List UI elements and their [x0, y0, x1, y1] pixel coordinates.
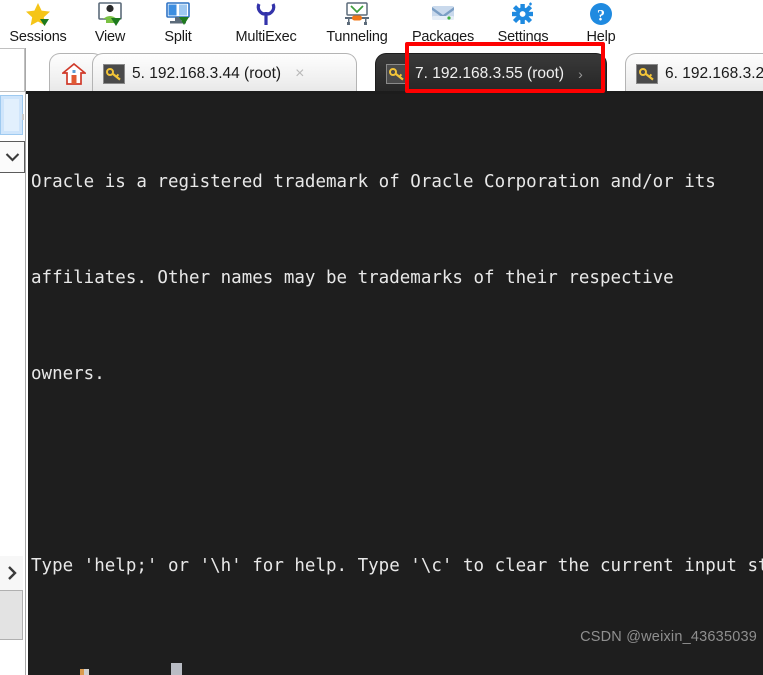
toolbar-label-multiexec: MultiExec — [235, 29, 297, 45]
close-icon[interactable]: × — [295, 66, 304, 82]
terminal-output[interactable]: Oracle is a registered trademark of Orac… — [28, 94, 763, 675]
toolbar-label-settings: Settings — [497, 29, 549, 45]
user-screen-icon — [93, 1, 127, 27]
packages-icon — [426, 1, 460, 27]
tab-bar: 5. 192.168.3.44 (root) × 7. 192.168.3.55… — [0, 48, 763, 94]
tab-session-7-active[interactable]: 7. 192.168.3.55 (root) › — [375, 53, 607, 94]
toolbar-label-tunneling: Tunneling — [326, 29, 388, 45]
sidebar-top-box[interactable] — [0, 48, 25, 92]
split-screen-icon — [161, 1, 195, 27]
tunneling-icon — [340, 1, 374, 27]
tab-title: 7. 192.168.3.55 (root) — [415, 65, 565, 82]
star-icon — [21, 1, 55, 27]
toolbar-button-settings[interactable]: Settings — [484, 0, 562, 48]
key-icon — [636, 64, 658, 84]
toolbar-label-view: View — [94, 29, 126, 45]
main-toolbar: Sessions View Split MultiExec Tunneling … — [0, 0, 763, 48]
left-sidebar — [0, 48, 26, 675]
sidebar-expand-down-button[interactable] — [0, 141, 25, 173]
watermark-text: CSDN @weixin_43635039 — [580, 629, 757, 645]
tab-title: 6. 192.168.3.2 — [665, 65, 763, 82]
multiexec-icon — [249, 1, 283, 27]
terminal-line: affiliates. Other names may be trademark… — [31, 268, 674, 288]
toolbar-label-split: Split — [164, 29, 192, 45]
sidebar-thumb-inner — [4, 99, 19, 131]
chevron-right-icon — [7, 566, 17, 580]
home-icon — [60, 61, 88, 87]
toolbar-button-tunneling[interactable]: Tunneling — [313, 0, 401, 48]
sidebar-marker — [22, 114, 24, 120]
sidebar-expand-right-button[interactable] — [0, 556, 23, 590]
tab-session-5[interactable]: 5. 192.168.3.44 (root) × — [92, 53, 357, 94]
toolbar-button-help[interactable]: ? Help — [573, 0, 629, 48]
tab-title: 5. 192.168.3.44 (root) — [132, 65, 282, 82]
tab-session-6[interactable]: 6. 192.168.3.2 — [625, 53, 763, 94]
mobaxterm-window: Sessions View Split MultiExec Tunneling … — [0, 0, 763, 675]
sidebar-bottom-box[interactable] — [0, 590, 23, 640]
terminal-prompt-partial-accent — [80, 669, 84, 675]
terminal-line: Type 'help;' or '\h' for help. Type '\c'… — [31, 556, 763, 576]
terminal-cursor — [171, 663, 182, 675]
key-icon — [103, 64, 125, 84]
toolbar-label-help: Help — [586, 29, 616, 45]
terminal-line: owners. — [31, 364, 105, 384]
svg-text:?: ? — [597, 7, 605, 24]
gear-icon — [506, 1, 540, 27]
toolbar-label-sessions: Sessions — [9, 29, 67, 45]
toolbar-button-sessions[interactable]: Sessions — [0, 0, 76, 48]
toolbar-button-split[interactable]: Split — [150, 0, 206, 48]
terminal-line: Oracle is a registered trademark of Orac… — [31, 172, 716, 192]
toolbar-button-view[interactable]: View — [80, 0, 140, 48]
chevron-right-icon[interactable]: › — [578, 67, 583, 81]
toolbar-button-multiexec[interactable]: MultiExec — [222, 0, 310, 48]
chevron-down-icon — [5, 153, 19, 162]
help-icon: ? — [584, 1, 618, 27]
key-icon — [386, 64, 408, 84]
sidebar-selected-thumb[interactable] — [0, 95, 23, 135]
toolbar-label-packages: Packages — [411, 29, 475, 45]
toolbar-button-packages[interactable]: Packages — [402, 0, 484, 48]
